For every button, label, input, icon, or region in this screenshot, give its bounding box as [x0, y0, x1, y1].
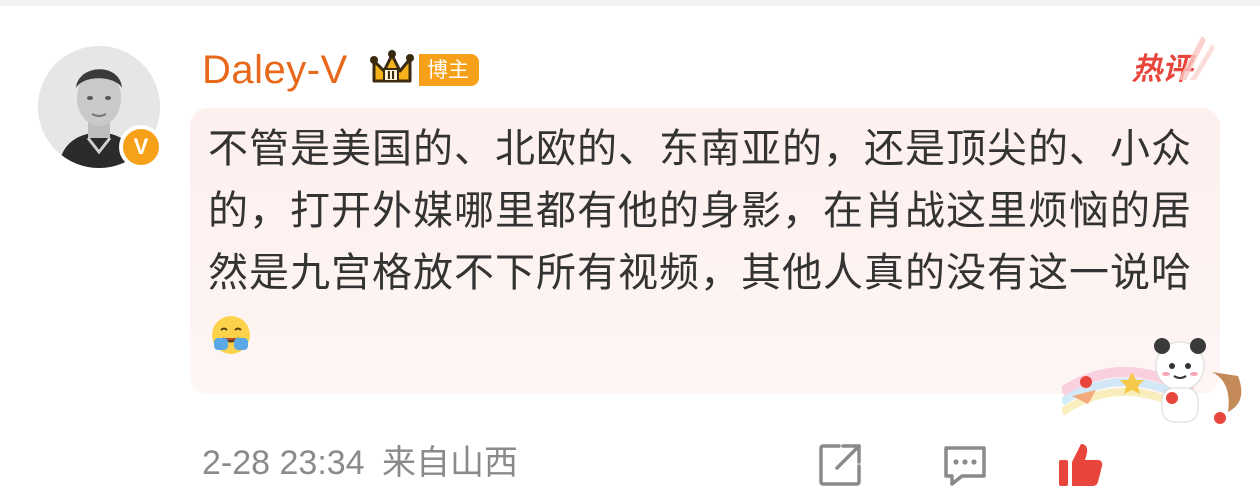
flame-decoration-icon: [1178, 36, 1215, 80]
smiling-face-icon: [212, 316, 250, 354]
comment-body: 不管是美国的、北欧的、东南亚的，还是顶尖的、小众的，打开外媒哪里都有他的身影，在…: [208, 118, 1198, 366]
svg-text:II: II: [387, 69, 395, 82]
crown-icon: II: [370, 50, 414, 83]
blogger-badge: 博主: [419, 54, 479, 86]
location: 来自山西: [382, 444, 519, 482]
like-icon: [1059, 444, 1103, 486]
comment-text: 不管是美国的、北欧的、东南亚的，还是顶尖的、小众的，打开外媒哪里都有他的身影，在…: [208, 126, 1192, 296]
username[interactable]: Daley-V: [202, 46, 348, 94]
like-button[interactable]: [1055, 440, 1105, 490]
panda-sticker-icon: [1062, 338, 1242, 424]
share-icon: [819, 444, 861, 486]
share-button[interactable]: [815, 440, 865, 490]
comment-icon: [944, 446, 986, 486]
reply-button[interactable]: [940, 440, 990, 490]
comment-meta: 2-28 23:34 来自山西: [202, 440, 518, 486]
verified-badge: V: [119, 125, 163, 169]
top-divider: [0, 0, 1260, 6]
timestamp: 2-28 23:34: [202, 444, 365, 482]
